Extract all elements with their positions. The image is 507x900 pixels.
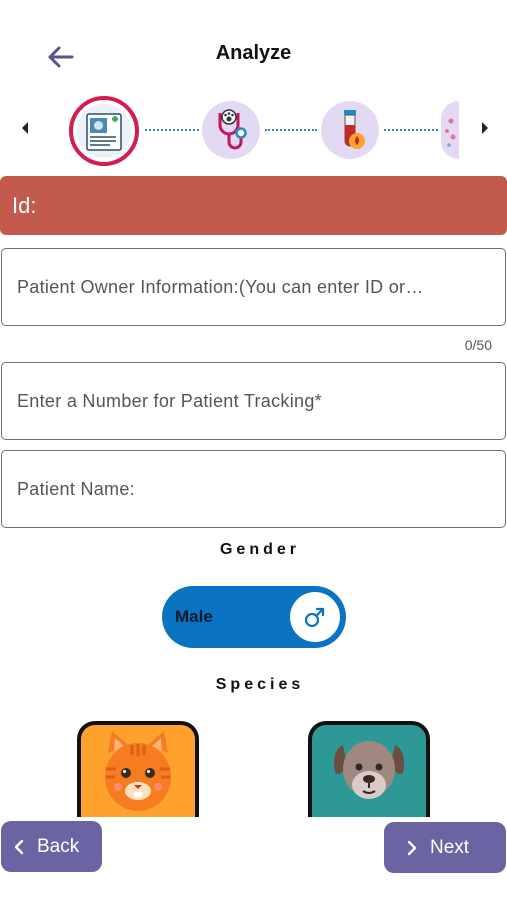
patient-tracking-input[interactable]: Enter a Number for Patient Tracking* <box>1 362 506 440</box>
patient-owner-placeholder: Patient Owner Information:(You can enter… <box>17 276 424 297</box>
page-title: Analyze <box>215 42 292 64</box>
step-connector <box>265 129 317 131</box>
gender-knob <box>290 592 340 642</box>
chevron-right-icon <box>407 840 417 855</box>
patient-record-icon <box>77 104 131 158</box>
step-blood-test[interactable] <box>321 101 379 159</box>
back-button-label: Back <box>37 835 80 857</box>
gender-toggle[interactable]: Male <box>162 586 346 648</box>
male-symbol-icon <box>304 607 325 628</box>
patient-name-placeholder: Patient Name: <box>17 478 135 499</box>
stethoscope-icon <box>218 109 247 150</box>
patient-owner-input[interactable]: Patient Owner Information:(You can enter… <box>1 248 506 326</box>
gender-label: Gender <box>219 541 300 558</box>
cells-icon <box>445 118 456 147</box>
chevron-left-icon <box>14 839 24 854</box>
id-banner: Id: <box>0 176 507 235</box>
step-patient-record[interactable] <box>69 96 139 166</box>
species-label: Species <box>215 676 305 693</box>
scroll-left-icon[interactable] <box>18 118 32 138</box>
step-connector <box>145 129 199 131</box>
dog-icon <box>334 741 404 799</box>
back-button[interactable]: Back <box>1 821 102 872</box>
next-button-label: Next <box>430 836 470 858</box>
scroll-right-icon[interactable] <box>478 118 492 138</box>
step-cells[interactable] <box>441 101 459 159</box>
patient-name-input[interactable]: Patient Name: <box>1 450 506 528</box>
species-cat-card[interactable] <box>77 721 199 817</box>
patient-tracking-placeholder: Enter a Number for Patient Tracking* <box>17 390 322 411</box>
next-button[interactable]: Next <box>384 822 506 873</box>
species-dog-card[interactable] <box>308 721 430 817</box>
id-label: Id: <box>12 192 37 218</box>
cat-icon <box>105 731 171 811</box>
step-connector <box>384 129 438 131</box>
character-counter: 0/50 <box>464 337 492 353</box>
gender-value: Male <box>175 607 213 626</box>
blood-tube-icon <box>344 110 365 149</box>
step-examination[interactable] <box>202 101 260 159</box>
